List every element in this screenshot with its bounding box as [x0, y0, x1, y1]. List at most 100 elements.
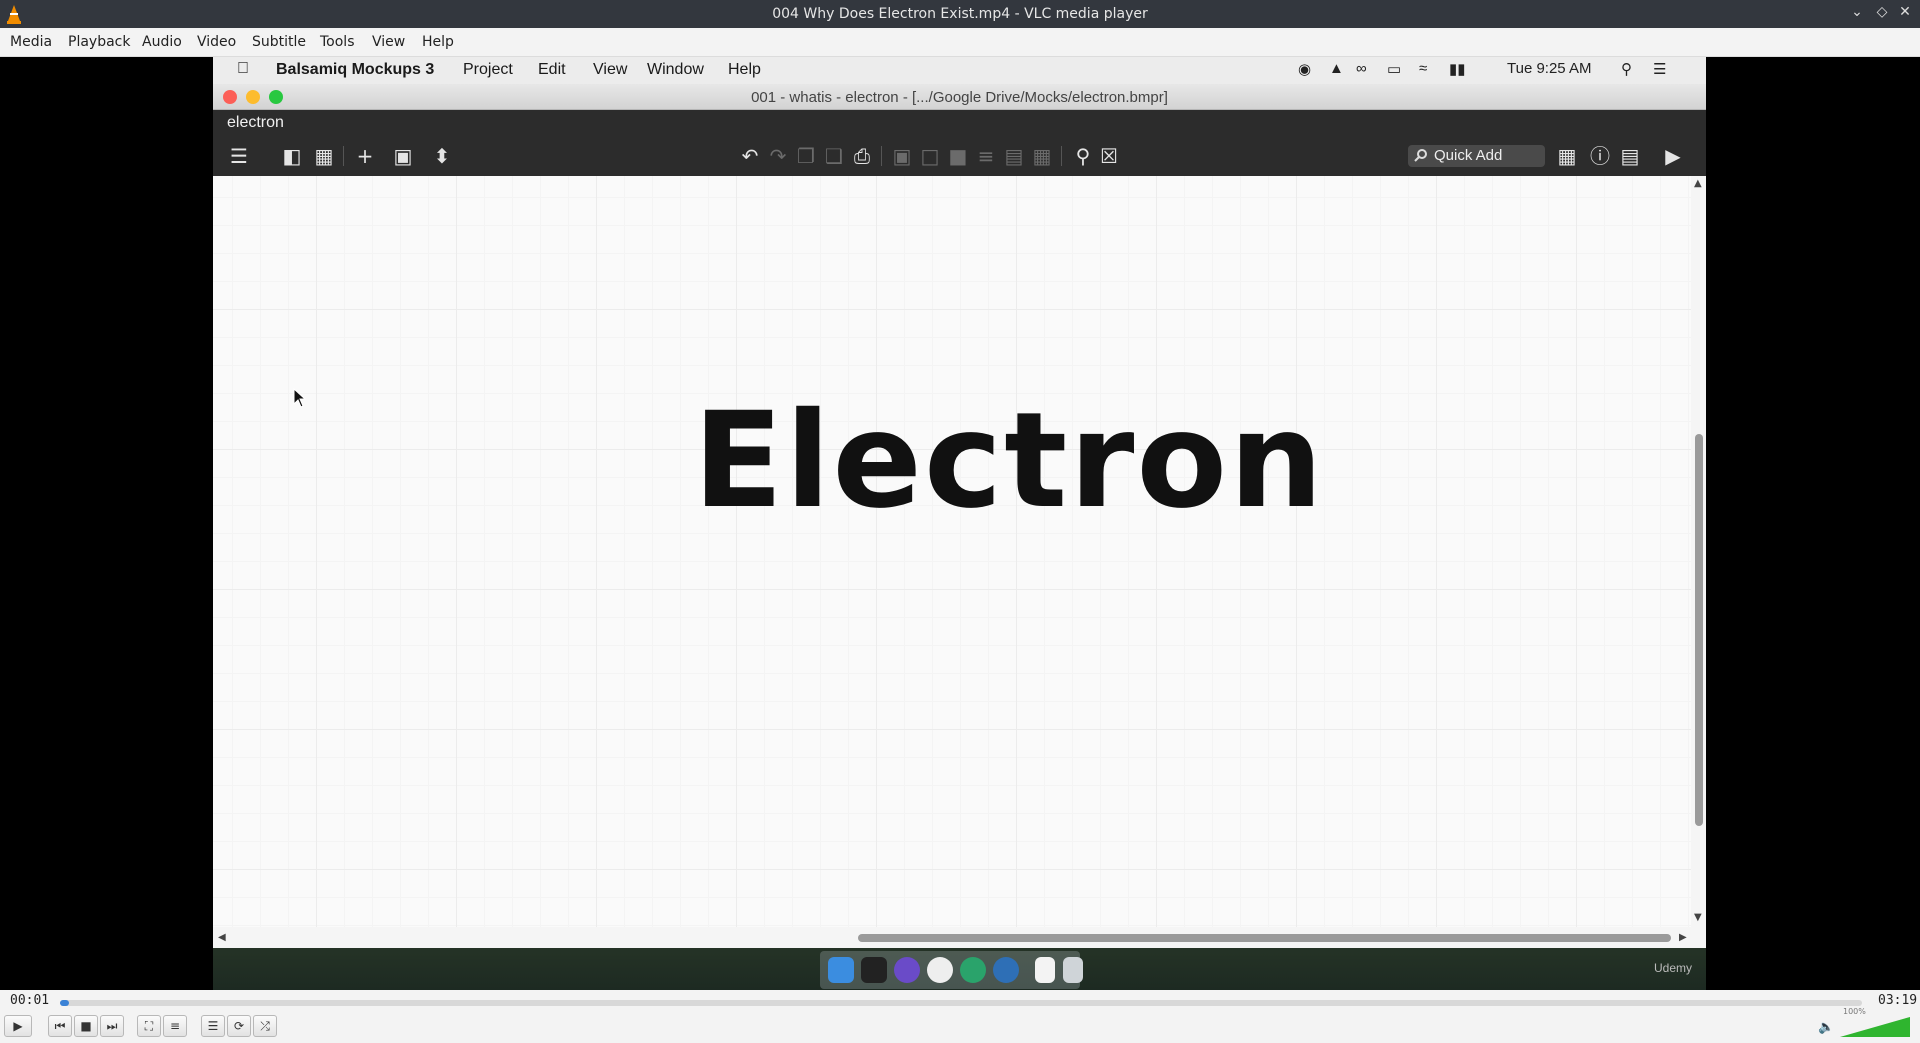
- quick-add-field: Quick Add: [1408, 145, 1545, 167]
- vertical-scrollbar: ▲ ▼: [1691, 176, 1706, 927]
- glasses-icon: ∞: [1356, 60, 1367, 77]
- scroll-up-icon: ▲: [1694, 178, 1702, 189]
- wifi-icon: ≈: [1419, 60, 1428, 77]
- mac-clock: Tue 9:25 AM: [1507, 60, 1592, 77]
- document-icon: [1035, 957, 1055, 983]
- smiley-icon: [927, 957, 953, 983]
- find-icon: ⚲: [1075, 144, 1091, 168]
- single-panel-icon: ◧: [282, 144, 302, 168]
- extended-settings-button[interactable]: ≡: [163, 1015, 187, 1037]
- seek-bar[interactable]: [60, 1000, 1862, 1006]
- drive-icon: ▲: [1329, 60, 1344, 77]
- project-bar: electron: [213, 110, 1706, 136]
- volume-slider[interactable]: [1840, 1017, 1910, 1037]
- vlc-titlebar: 004 Why Does Electron Exist.mp4 - VLC me…: [0, 0, 1920, 28]
- scroll-left-icon: ◀: [218, 932, 226, 943]
- menu-audio[interactable]: Audio: [142, 34, 182, 50]
- clear-icon: ☒: [1100, 144, 1118, 168]
- toolbar-separator: [881, 146, 882, 166]
- shuffle-button[interactable]: ⤮: [253, 1015, 277, 1037]
- menu-view[interactable]: View: [372, 34, 405, 50]
- copy-icon: ❐: [797, 144, 815, 168]
- previous-button[interactable]: ⏮: [48, 1015, 72, 1037]
- group-icon: ▣: [892, 144, 912, 168]
- mac-menu-project: Project: [463, 61, 513, 78]
- loop-button[interactable]: ⟳: [227, 1015, 251, 1037]
- vlc-menubar: Media Playback Audio Video Subtitle Tool…: [0, 28, 1920, 57]
- menu-media[interactable]: Media: [10, 34, 52, 50]
- vlc-controls: 00:01 03:19 ▶ ⏮ ■ ⏭ ⛶ ≡ ☰ ⟳ ⤮ 🔈 100%: [0, 990, 1920, 1043]
- playlist-button[interactable]: ☰: [201, 1015, 225, 1037]
- menu-help[interactable]: Help: [422, 34, 454, 50]
- airplay-icon: ▭: [1387, 61, 1402, 78]
- paste-icon: ⎙: [854, 144, 870, 168]
- duplicate-icon: ▣: [393, 144, 413, 168]
- stop-button[interactable]: ■: [74, 1015, 98, 1037]
- redo-icon: ↷: [769, 144, 787, 168]
- send-back-icon: □: [920, 144, 940, 168]
- next-button[interactable]: ⏭: [100, 1015, 124, 1037]
- quill-icon: [894, 957, 920, 983]
- menu-video[interactable]: Video: [197, 34, 236, 50]
- toolbar-separator: [1061, 146, 1062, 166]
- vlc-window: 004 Why Does Electron Exist.mp4 - VLC me…: [0, 0, 1920, 1043]
- maximize-icon[interactable]: ◇: [1873, 4, 1891, 20]
- fullscreen-button[interactable]: ⛶: [137, 1015, 161, 1037]
- record-icon: ◉: [1298, 61, 1312, 78]
- volume-percent: 100%: [1843, 1007, 1866, 1016]
- terminal-icon: [861, 957, 887, 983]
- mac-menubar:  Balsamiq Mockups 3 Project Edit View W…: [213, 57, 1706, 84]
- speaker-icon[interactable]: 🔈: [1818, 1020, 1834, 1035]
- presentation-icon: ▶: [1665, 144, 1681, 168]
- project-name: electron: [227, 114, 284, 131]
- close-icon[interactable]: ✕: [1896, 4, 1914, 20]
- mac-desktop-strip: Udemy: [213, 948, 1706, 990]
- search-icon: [1414, 149, 1427, 162]
- quick-add-label: Quick Add: [1434, 147, 1503, 164]
- mac-menu-window: Window: [647, 61, 704, 78]
- play-button[interactable]: ▶: [4, 1015, 32, 1037]
- mockup-canvas: Electron: [213, 176, 1691, 927]
- info-icon: ⓘ: [1590, 144, 1610, 168]
- menu-playback[interactable]: Playback: [68, 34, 130, 50]
- vlc-window-title: 004 Why Does Electron Exist.mp4 - VLC me…: [772, 6, 1148, 22]
- apple-icon: : [237, 60, 249, 78]
- mac-dock: [820, 951, 1083, 989]
- notes-icon: ▤: [1620, 144, 1640, 168]
- vertical-scrollbar-thumb: [1695, 434, 1703, 826]
- balsamiq-toolbar: ☰ ◧ ▦ + ▣ ⬍ ↶ ↷ ❐ ❑ ⎙ ▣ □ ■ ≡ ▤ ▦ ⚲ ☒ Qu…: [213, 136, 1706, 176]
- add-icon: +: [356, 144, 374, 168]
- properties-icon: ▦: [1557, 144, 1577, 168]
- globe-icon: [960, 957, 986, 983]
- menu-tools[interactable]: Tools: [320, 34, 355, 50]
- notification-list-icon: ☰: [1653, 61, 1667, 78]
- bring-front-icon: ■: [948, 144, 968, 168]
- lock-icon: ▤: [1004, 144, 1024, 168]
- horizontal-scrollbar-thumb: [858, 934, 1671, 942]
- trash-icon: ▦: [1032, 144, 1052, 168]
- cut-icon: ❑: [825, 144, 843, 168]
- total-time: 03:19: [1878, 993, 1918, 1008]
- spotlight-icon: ⚲: [1621, 61, 1632, 78]
- seek-bar-fill: [60, 1000, 69, 1006]
- undo-icon: ↶: [741, 144, 759, 168]
- trash-can-icon: [1063, 957, 1083, 983]
- elapsed-time: 00:01: [10, 993, 50, 1008]
- finder-icon: [828, 957, 854, 983]
- udemy-watermark: Udemy: [1653, 961, 1692, 975]
- mac-menu-view: View: [593, 61, 628, 78]
- toolbar-separator: [343, 146, 344, 166]
- menu-subtitle[interactable]: Subtitle: [252, 34, 306, 50]
- balsamiq-titlebar: 001 - whatis - electron - [.../Google Dr…: [213, 84, 1706, 110]
- grid-view-icon: ▦: [314, 144, 334, 168]
- minimize-icon[interactable]: ⌄: [1848, 4, 1866, 20]
- horizontal-scrollbar: ◀ ▶: [213, 927, 1706, 948]
- browser-icon: [993, 957, 1019, 983]
- align-icon: ≡: [977, 144, 995, 168]
- balsamiq-window-title: 001 - whatis - electron - [.../Google Dr…: [751, 89, 1168, 106]
- reorder-icon: ⬍: [433, 144, 451, 168]
- mac-menu-help: Help: [728, 61, 761, 78]
- mac-menu-edit: Edit: [538, 61, 566, 78]
- battery-icon: ▮▮: [1449, 61, 1466, 78]
- scroll-right-icon: ▶: [1679, 932, 1687, 943]
